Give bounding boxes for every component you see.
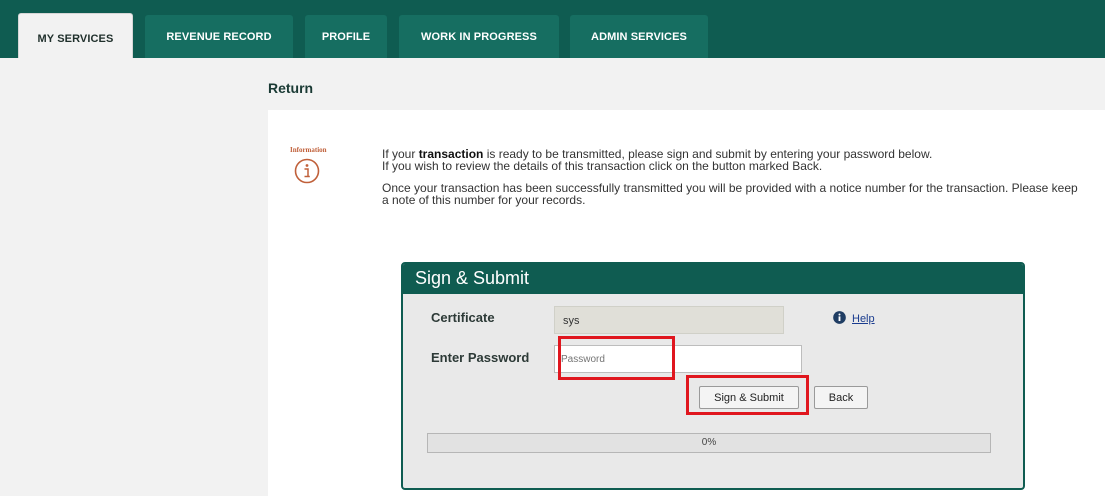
progress-bar: 0%	[427, 433, 991, 453]
tab-work-in-progress[interactable]: WORK IN PROGRESS	[399, 15, 559, 58]
password-label: Enter Password	[431, 350, 530, 365]
left-sidebar	[0, 58, 256, 496]
page-title: Return	[268, 80, 314, 96]
tab-my-services[interactable]: MY SERVICES	[18, 13, 133, 63]
info-paragraph-2: Once your transaction has been successfu…	[382, 181, 1078, 207]
top-nav-bar: MY SERVICES REVENUE RECORD PROFILE WORK …	[0, 0, 1105, 63]
main-content: Return Information If your transaction i…	[256, 58, 1105, 496]
tab-profile[interactable]: PROFILE	[305, 15, 387, 58]
info-paragraph-1: If your transaction is ready to be trans…	[382, 147, 933, 173]
information-label: Information	[290, 146, 327, 154]
certificate-label: Certificate	[431, 310, 495, 325]
content-panel: Information If your transaction is ready…	[268, 110, 1105, 496]
tab-revenue-record[interactable]: REVENUE RECORD	[145, 15, 293, 58]
information-text: If your transaction is ready to be trans…	[382, 148, 1082, 216]
password-input[interactable]	[554, 345, 802, 373]
tab-admin-services[interactable]: ADMIN SERVICES	[570, 15, 708, 58]
certificate-field: sys	[554, 306, 784, 334]
help-link[interactable]: Help	[852, 313, 875, 325]
sign-submit-button[interactable]: Sign & Submit	[699, 386, 799, 409]
sign-submit-title: Sign & Submit	[403, 264, 1023, 294]
help-icon[interactable]	[833, 311, 846, 324]
sign-submit-box: Sign & Submit Certificate sys Help Enter…	[401, 262, 1025, 490]
info-icon	[294, 158, 320, 184]
back-button[interactable]: Back	[814, 386, 868, 409]
